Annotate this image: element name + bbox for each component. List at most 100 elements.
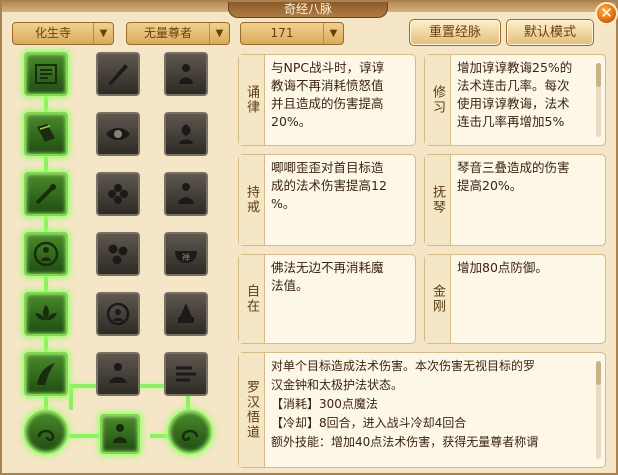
monk-icon [179,64,193,84]
scroll-icon [35,64,57,84]
skill-lotus-left[interactable] [24,410,68,454]
card-description: 唧唧歪歪对首目标造 成的法术伤害提高12 %。 [271,159,409,213]
skill-connector [44,214,48,232]
meridian-card[interactable]: 自在 佛法无边不再消耗魔 法值。 [238,254,416,344]
desc-line: 与NPC战斗时，谆谆 [271,60,385,75]
skill-spirit[interactable] [164,112,208,156]
skill-connector [44,334,48,352]
card-description: 琴音三叠造成的伤害 提高20%。 [457,159,599,195]
prayer-icon [178,183,194,204]
blade-icon [108,64,128,85]
skill-stupa[interactable] [164,292,208,336]
desc-line: 使用谆谆教诲，法术 [457,96,570,111]
card-name: 修习 [425,55,451,145]
meridian-card[interactable]: 修习 增加谆谆教诲25%的 法术连击几率。每次 使用谆谆教诲，法术 连击几率再增… [424,54,606,146]
swirl-icon [181,429,199,442]
desc-line: 20%。 [271,114,312,129]
default-mode-button[interactable]: 默认模式 [506,19,594,46]
desc-line: 并且造成的伤害提高 [271,96,384,111]
ultimate-skill-card[interactable]: 罗汉悟道 对单个目标造成法术伤害。本次伤害无视目标的罗 汉金钟和太极护法状态。 … [238,352,606,468]
points-dropdown[interactable]: 171 ▼ [240,22,344,45]
sect-dropdown[interactable]: 化生寺 ▼ [12,22,114,45]
skill-buddha[interactable] [24,232,68,276]
bowl-icon: 禅 [175,251,197,263]
card-name: 抚琴 [425,155,451,245]
desc-line: 连击几率再增加5% [457,114,565,129]
points-dropdown-value: 171 [270,26,294,40]
card-scrollbar[interactable] [596,63,601,137]
chevron-down-icon: ▼ [209,23,229,44]
skill-wind[interactable] [164,352,208,396]
skill-bowl[interactable]: 禅 [164,232,208,276]
skill-prayer[interactable] [164,172,208,216]
spirit-icon [179,124,193,144]
skill-zi-zai[interactable] [24,172,68,216]
chevron-down-icon: ▼ [323,23,343,44]
card-description: 与NPC战斗时，谆谆 教诲不再消耗愤怒值 并且造成的伤害提高 20%。 [271,59,409,131]
desc-line: 增加80点防御。 [457,260,548,275]
school-dropdown-value: 无量尊者 [143,26,192,40]
monk-icon [113,424,127,443]
desc-line: %。 [271,196,296,211]
beads-icon [108,244,128,265]
sect-dropdown-value: 化生寺 [34,26,71,40]
eye-icon [106,128,130,140]
card-description: 对单个目标造成法术伤害。本次伤害无视目标的罗 汉金钟和太极护法状态。 【消耗】3… [271,357,591,452]
desc-line: 法值。 [271,278,309,293]
desc-line: 汉金钟和太极护法状态。 [271,378,404,392]
desc-line: 法术连击几率。每次 [457,78,570,93]
card-scrollbar[interactable] [596,361,601,459]
meridian-card[interactable]: 持戒 唧唧歪歪对首目标造 成的法术伤害提高12 %。 [238,154,416,246]
skill-eye[interactable] [96,112,140,156]
meridian-card[interactable]: 诵律 与NPC战斗时，谆谆 教诲不再消耗愤怒值 并且造成的伤害提高 20%。 [238,54,416,146]
close-button[interactable]: ✕ [595,2,618,25]
scrollbar-thumb[interactable] [596,63,601,87]
stupa-icon [178,303,194,323]
swirl-icon [37,429,55,442]
card-name: 罗汉悟道 [239,353,265,467]
card-name: 自在 [239,255,265,343]
wind-icon [176,366,196,382]
skill-monk-center[interactable] [100,414,140,454]
card-name: 诵律 [239,55,265,145]
school-dropdown[interactable]: 无量尊者 ▼ [126,22,230,45]
meridian-card[interactable]: 抚琴 琴音三叠造成的伤害 提高20%。 [424,154,606,246]
skill-connector [44,94,48,112]
desc-line: 增加谆谆教诲25%的 [457,60,573,75]
skill-blade[interactable] [96,52,140,96]
chevron-down-icon: ▼ [93,23,113,44]
reset-meridian-button[interactable]: 重置经脉 [409,19,501,46]
skill-chi-jie[interactable] [24,112,68,156]
flower-icon [108,184,128,204]
card-description: 增加80点防御。 [457,259,599,277]
skill-meditate[interactable] [96,352,140,396]
meridian-card[interactable]: 金刚 增加80点防御。 [424,254,606,344]
skill-halo[interactable] [96,292,140,336]
skill-song-lv[interactable] [24,52,68,96]
halo-icon [106,302,130,326]
desc-line: 成的法术伤害提高12 [271,178,387,193]
desc-line: 额外技能：增加40点法术伤害，获得无量尊者称谓 [271,435,539,449]
skill-connector [44,274,48,292]
bamboo-icon [37,363,55,385]
skill-lotus[interactable] [24,292,68,336]
skill-lotus-right[interactable] [168,410,212,454]
skill-monk[interactable] [164,52,208,96]
skill-bamboo[interactable] [24,352,68,396]
desc-line: 佛法无边不再消耗魔 [271,260,384,275]
skill-beads[interactable] [96,232,140,276]
scrollbar-thumb[interactable] [596,361,601,385]
buddha-icon [33,241,59,267]
skill-connector [44,154,48,172]
card-description: 佛法无边不再消耗魔 法值。 [271,259,409,295]
staff-icon [35,183,57,205]
skill-flower[interactable] [96,172,140,216]
desc-line: 琴音三叠造成的伤害 [457,160,570,175]
desc-line: 【冷却】8回合，进入战斗冷却4回合 [271,416,467,430]
card-name: 金刚 [425,255,451,343]
meridian-window: 奇经八脉 ✕ 化生寺 ▼ 无量尊者 ▼ 171 ▼ 重置经脉 默认模式 禅 诵律… [0,0,618,475]
desc-line: 对单个目标造成法术伤害。本次伤害无视目标的罗 [271,359,536,373]
card-description: 增加谆谆教诲25%的 法术连击几率。每次 使用谆谆教诲，法术 连击几率再增加5% [457,59,591,131]
bowl-char: 禅 [182,252,190,262]
meditate-icon [109,363,127,383]
